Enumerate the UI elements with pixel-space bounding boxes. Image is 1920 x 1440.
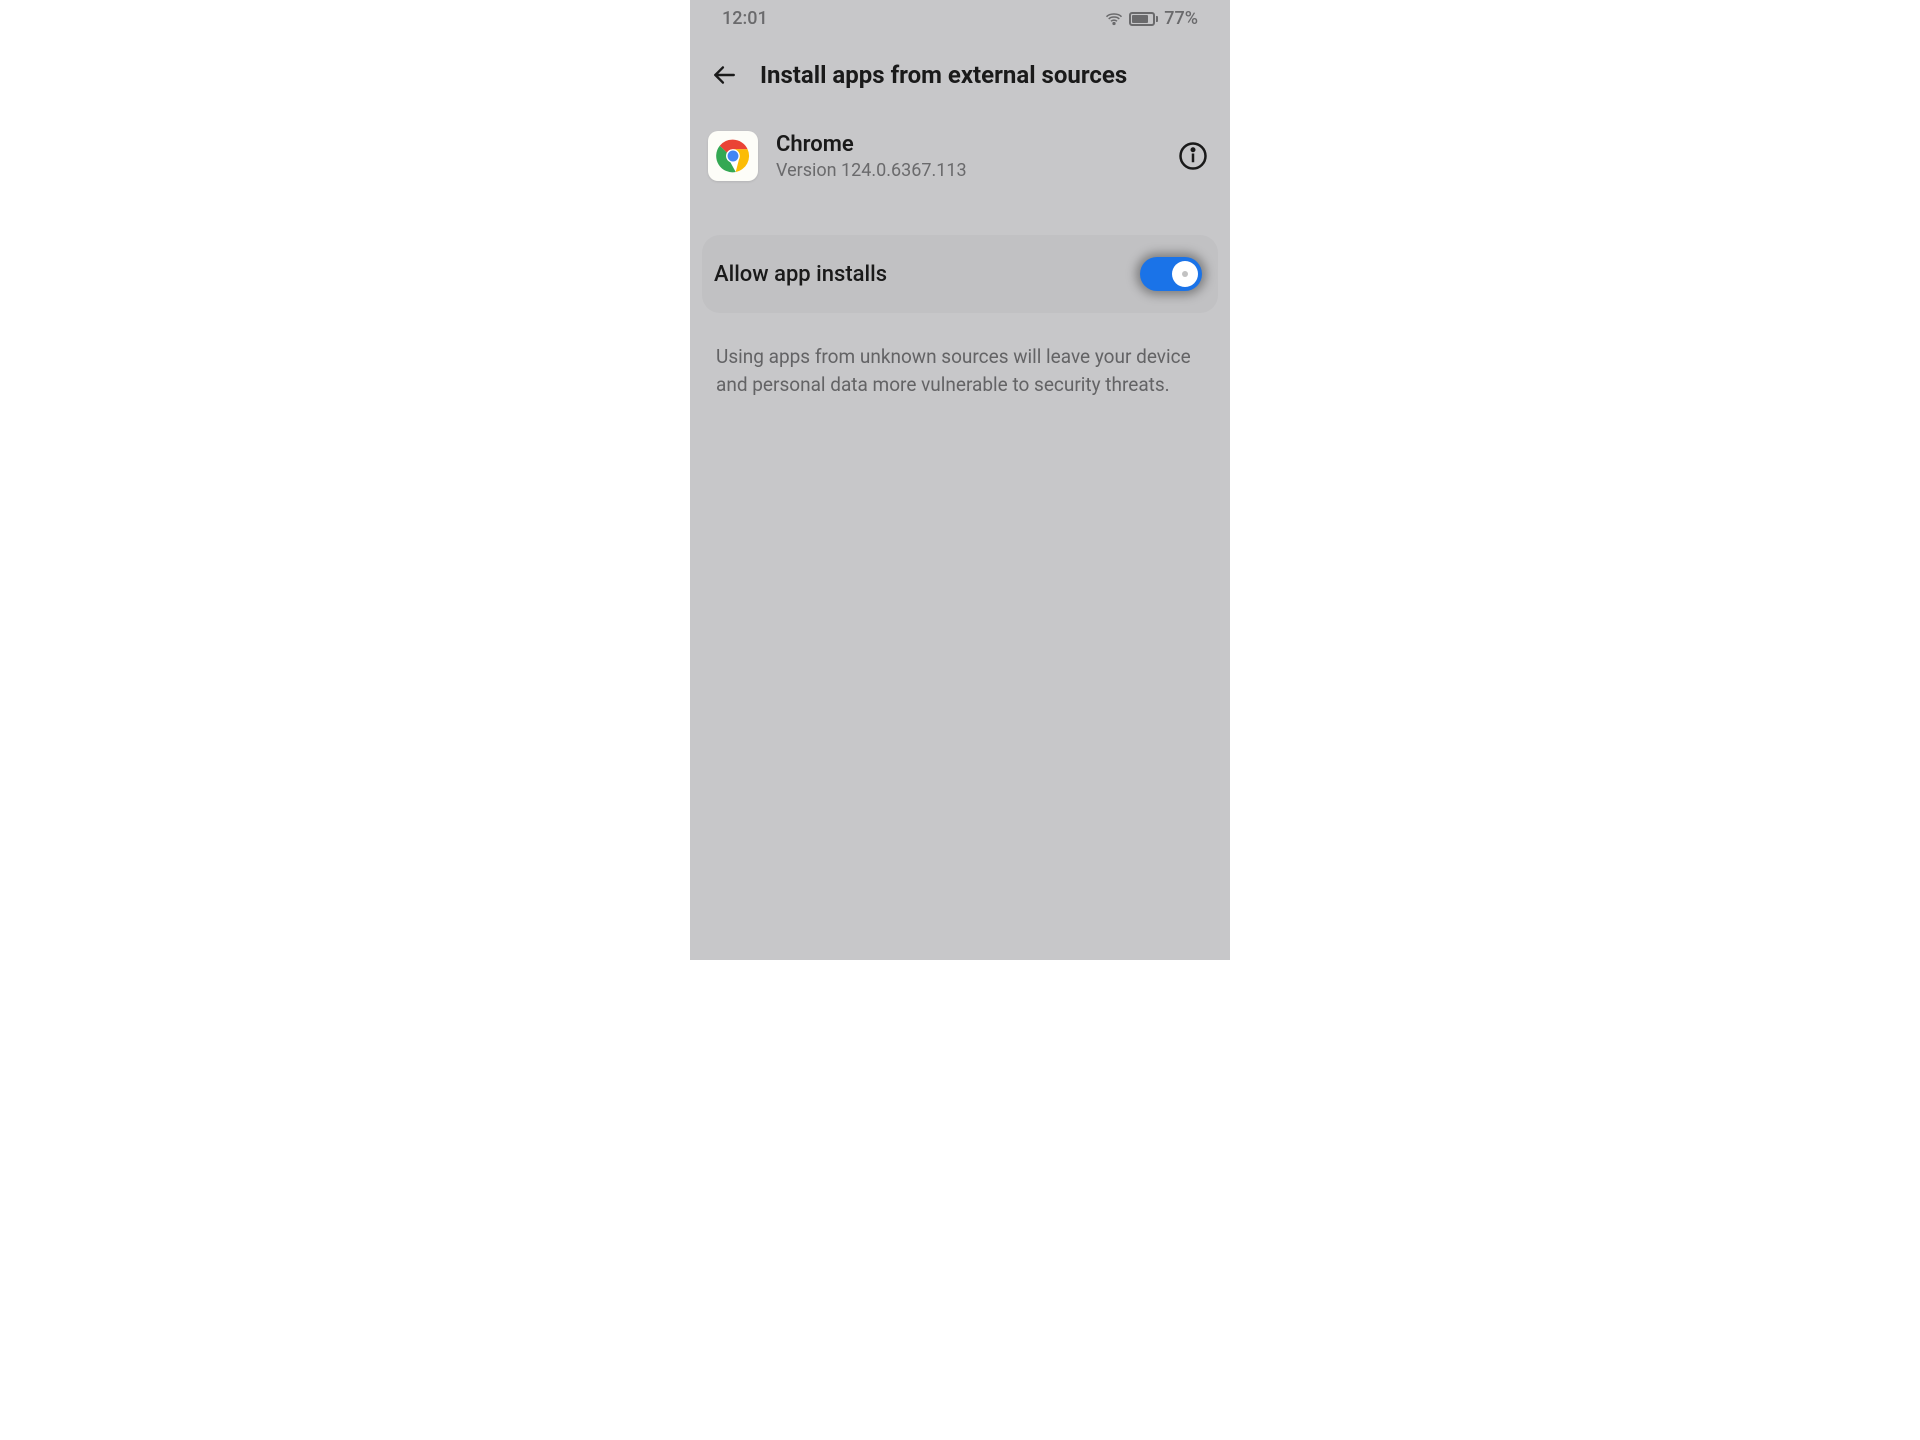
app-info-button[interactable]	[1178, 141, 1208, 171]
app-version: Version 124.0.6367.113	[776, 160, 1160, 181]
status-bar: 12:01 77%	[690, 0, 1230, 35]
battery-percent: 77%	[1164, 8, 1198, 29]
battery-icon	[1129, 12, 1158, 26]
toggle-knob	[1172, 261, 1198, 287]
allow-installs-toggle[interactable]	[1140, 257, 1202, 291]
allow-installs-row[interactable]: Allow app installs	[702, 235, 1218, 313]
chrome-icon	[708, 131, 758, 181]
app-name: Chrome	[776, 131, 1160, 160]
warning-text: Using apps from unknown sources will lea…	[690, 313, 1230, 428]
app-text: Chrome Version 124.0.6367.113	[776, 131, 1160, 181]
app-info-row: Chrome Version 124.0.6367.113	[690, 109, 1230, 203]
status-indicators: 77%	[1105, 8, 1198, 29]
phone-screen: 12:01 77% Install app	[690, 0, 1230, 960]
toggle-label: Allow app installs	[714, 262, 887, 287]
wifi-icon	[1105, 10, 1123, 28]
page-title: Install apps from external sources	[760, 61, 1127, 89]
status-time: 12:01	[722, 8, 768, 29]
back-button[interactable]	[708, 59, 740, 91]
page-header: Install apps from external sources	[690, 35, 1230, 109]
